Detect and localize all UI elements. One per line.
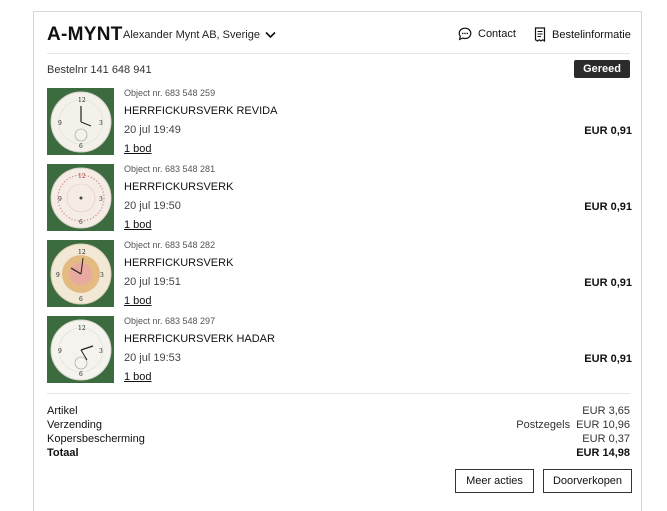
summary-label: Verzending: [47, 419, 103, 431]
summary-row-total: Totaal EUR 14,98: [47, 447, 630, 461]
order-info-link[interactable]: Bestelinformatie: [534, 27, 631, 42]
summary-label: Totaal: [47, 447, 79, 459]
summary-value: EUR 3,65: [582, 405, 630, 417]
svg-text:9: 9: [56, 272, 60, 279]
svg-text:3: 3: [100, 272, 104, 279]
summary-value: EUR 14,98: [576, 447, 630, 459]
order-card: A-MYNT Alexander Mynt AB, Sverige Contac…: [33, 11, 642, 511]
header-divider: [47, 53, 630, 54]
item-title[interactable]: HERRFICKURSVERK: [124, 257, 233, 269]
svg-text:6: 6: [79, 143, 83, 150]
item-thumbnail[interactable]: 12 3 6 9: [47, 164, 114, 231]
summary-row-article: Artikel EUR 3,65: [47, 405, 630, 419]
item-title[interactable]: HERRFICKURSVERK REVIDA: [124, 105, 277, 117]
item-title[interactable]: HERRFICKURSVERK: [124, 181, 233, 193]
item-title[interactable]: HERRFICKURSVERK HADAR: [124, 333, 275, 345]
item-object-number: Object nr. 683 548 282: [124, 240, 216, 250]
svg-text:9: 9: [58, 120, 62, 127]
resell-button[interactable]: Doorverkopen: [543, 469, 632, 493]
status-badge: Gereed: [574, 60, 630, 78]
item-time: 20 jul 19:51: [124, 276, 181, 288]
svg-text:12: 12: [78, 173, 86, 180]
seller-selector[interactable]: Alexander Mynt AB, Sverige: [123, 29, 276, 41]
watch-movement-image: 12 3 6 9: [47, 316, 114, 383]
item-bids-link[interactable]: 1 bod: [124, 371, 152, 383]
chevron-down-icon: [265, 31, 276, 39]
svg-text:3: 3: [99, 348, 103, 355]
summary-row-protection: Kopersbescherming EUR 0,37: [47, 433, 630, 447]
item-bids-link[interactable]: 1 bod: [124, 295, 152, 307]
order-item: 12 3 6 9 Object nr. 683 548 259 HERRFICK…: [47, 88, 632, 156]
svg-text:6: 6: [79, 219, 83, 226]
order-number: Bestelnr 141 648 941: [47, 64, 152, 76]
contact-link[interactable]: Contact: [458, 27, 516, 41]
watch-movement-image: 12 3 6 9: [47, 240, 114, 307]
summary-value: Postzegels EUR 10,96: [516, 419, 630, 431]
svg-text:12: 12: [78, 325, 86, 332]
order-item: 12 3 6 9 Object nr. 683 548 297 HERRFICK…: [47, 316, 632, 384]
item-time: 20 jul 19:49: [124, 124, 181, 136]
item-bids-link[interactable]: 1 bod: [124, 219, 152, 231]
watch-movement-image: 12 3 6 9: [47, 164, 114, 231]
summary-row-shipping: Verzending Postzegels EUR 10,96: [47, 419, 630, 433]
header: A-MYNT Alexander Mynt AB, Sverige Contac…: [34, 12, 641, 53]
svg-text:3: 3: [99, 120, 103, 127]
receipt-icon: [534, 27, 546, 42]
summary-label: Kopersbescherming: [47, 433, 145, 445]
svg-text:6: 6: [79, 371, 83, 378]
brand-logo[interactable]: A-MYNT: [47, 24, 123, 46]
item-bids-link[interactable]: 1 bod: [124, 143, 152, 155]
svg-text:3: 3: [99, 196, 103, 203]
item-price: EUR 0,91: [584, 201, 632, 213]
item-price: EUR 0,91: [584, 277, 632, 289]
item-object-number: Object nr. 683 548 297: [124, 316, 216, 326]
item-thumbnail[interactable]: 12 3 6 9: [47, 316, 114, 383]
item-thumbnail[interactable]: 12 3 6 9: [47, 88, 114, 155]
svg-text:9: 9: [58, 348, 62, 355]
summary-value: EUR 0,37: [582, 433, 630, 445]
item-price: EUR 0,91: [584, 125, 632, 137]
item-thumbnail[interactable]: 12 3 6 9: [47, 240, 114, 307]
order-item: 12 3 6 9 Object nr. 683 548 281 HERRFICK…: [47, 164, 632, 232]
seller-name: Alexander Mynt AB, Sverige: [123, 29, 260, 41]
summary-label: Artikel: [47, 405, 78, 417]
watch-movement-image: 12 3 6 9: [47, 88, 114, 155]
more-actions-button[interactable]: Meer acties: [455, 469, 534, 493]
item-object-number: Object nr. 683 548 281: [124, 164, 216, 174]
svg-text:12: 12: [78, 249, 86, 256]
svg-text:12: 12: [78, 97, 86, 104]
item-time: 20 jul 19:50: [124, 200, 181, 212]
contact-label: Contact: [478, 28, 516, 40]
item-price: EUR 0,91: [584, 353, 632, 365]
item-time: 20 jul 19:53: [124, 352, 181, 364]
chat-icon: [458, 27, 472, 41]
item-object-number: Object nr. 683 548 259: [124, 88, 216, 98]
order-info-label: Bestelinformatie: [552, 28, 631, 41]
svg-text:6: 6: [79, 296, 83, 303]
order-item: 12 3 6 9 Object nr. 683 548 282 HERRFICK…: [47, 240, 632, 308]
summary-divider: [47, 393, 630, 394]
svg-text:9: 9: [58, 196, 62, 203]
